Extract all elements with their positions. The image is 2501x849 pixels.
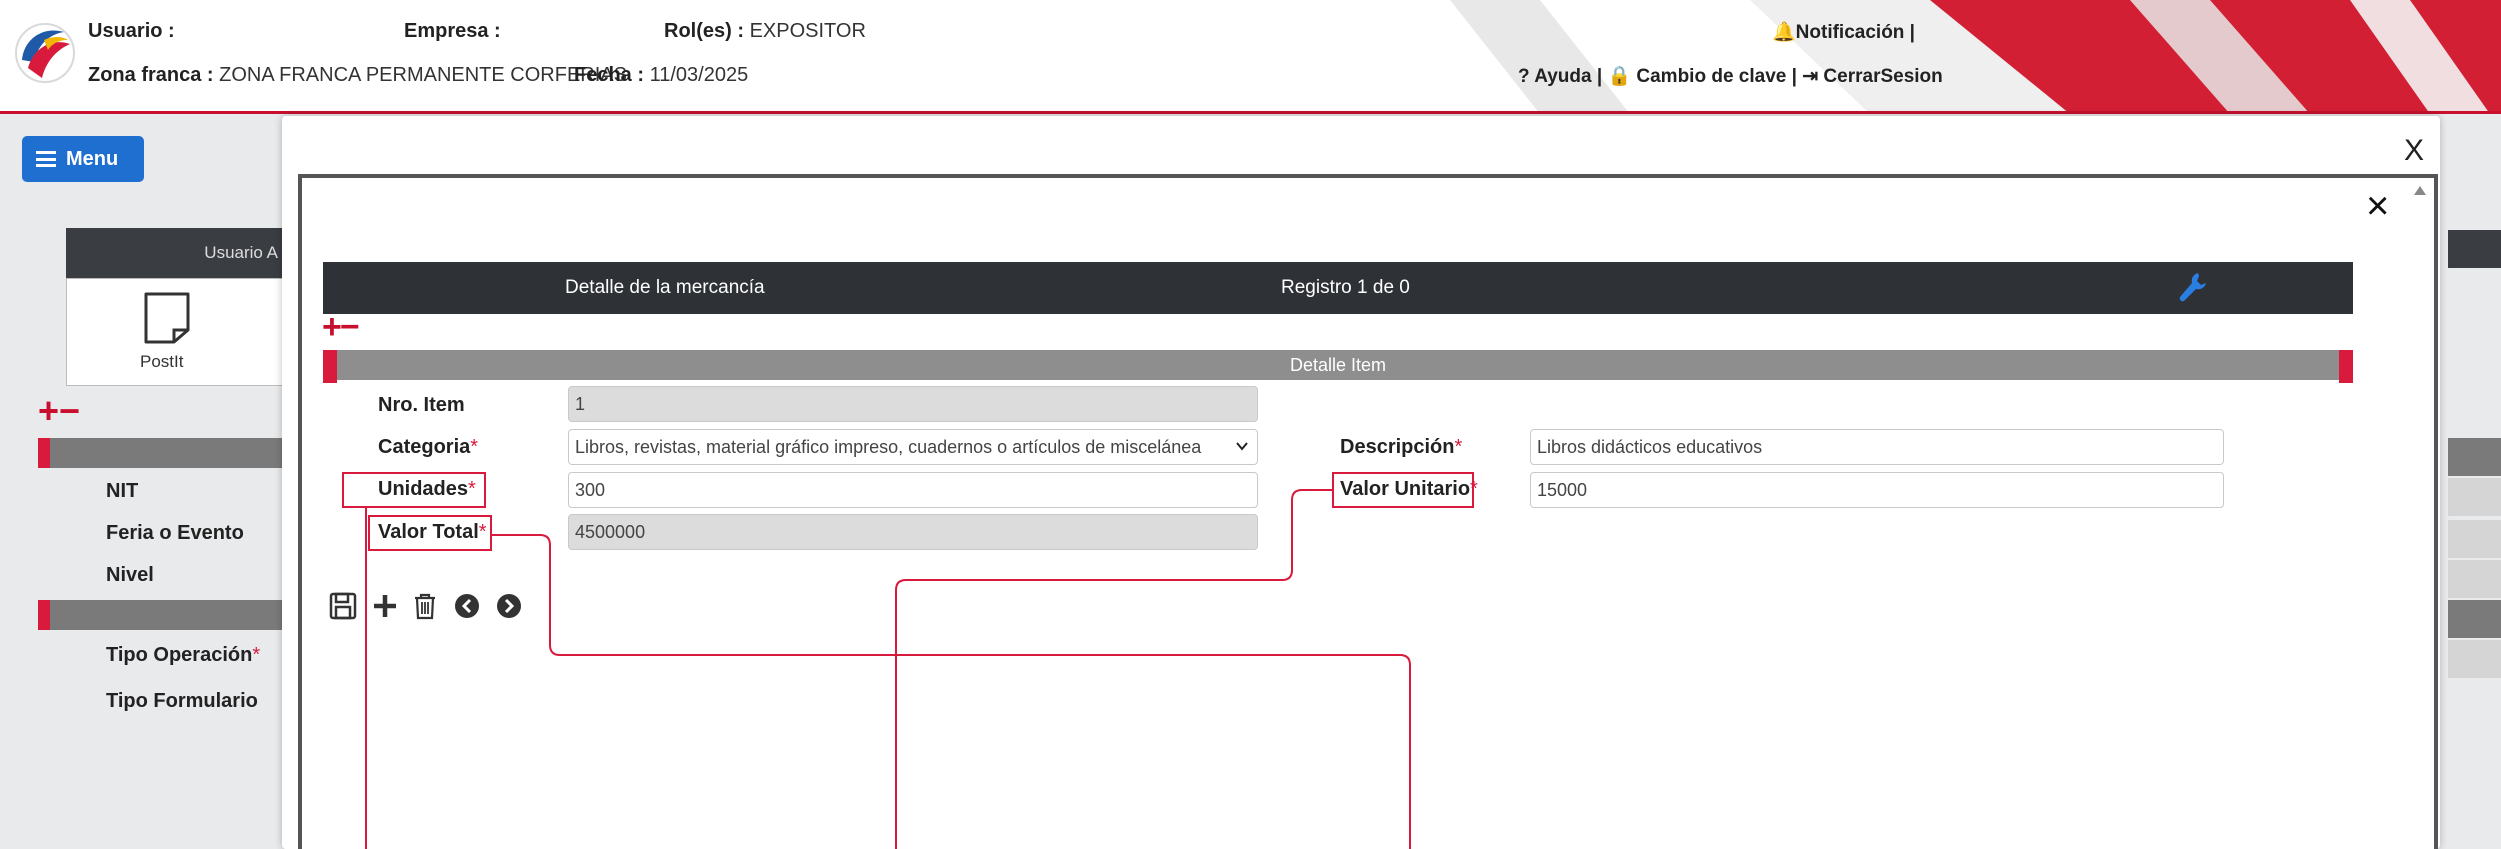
empresa-label: Empresa : (404, 20, 501, 42)
lock-icon: 🔒 (1607, 66, 1632, 87)
nro-item-label: Nro. Item (378, 394, 465, 416)
valor-total-field: 4500000 (568, 514, 1258, 550)
registro-counter: Registro 1 de 0 (1281, 277, 1410, 298)
help-link[interactable]: ? Ayuda | (1518, 66, 1602, 87)
postit-icon[interactable] (142, 290, 192, 346)
header-links: ? Ayuda | 🔒 Cambio de clave | ⇥ CerrarSe… (1518, 64, 1943, 88)
unidades-highlight (342, 472, 486, 508)
tab-usuario[interactable]: Usuario A (66, 228, 286, 278)
nro-item-field: 1 (568, 386, 1258, 422)
valor-unitario-field[interactable]: 15000 (1530, 472, 2224, 508)
menu-button[interactable]: Menu (22, 136, 144, 182)
corferias-logo (15, 23, 75, 83)
unidades-field[interactable]: 300 (568, 472, 1258, 508)
fecha: Fecha : 11/03/2025 (574, 64, 749, 86)
nivel-label: Nivel (106, 564, 154, 586)
usuario-label: Usuario : (88, 20, 175, 42)
bg-right-input (2448, 560, 2501, 598)
tipo-formulario-label: Tipo Formulario (106, 690, 258, 712)
notification-link[interactable]: 🔔Notificación | (1772, 20, 1915, 44)
bg-section-bar (40, 600, 290, 630)
wrench-icon[interactable] (2176, 270, 2208, 304)
nit-label: NIT (106, 480, 139, 502)
question-icon: ? (1518, 66, 1530, 87)
detalle-item-bar: Detalle Item (323, 350, 2353, 383)
outer-close-button[interactable]: X (2404, 134, 2424, 168)
chevron-down-icon (1236, 442, 1248, 451)
bg-right-input (2448, 640, 2501, 678)
bg-section-marker (38, 600, 50, 630)
bg-right-bar (2448, 230, 2501, 268)
app-header: Usuario : Empresa : Rol(es) : EXPOSITOR … (0, 0, 2501, 114)
categoria-selected-value: Libros, revistas, material gráfico impre… (575, 437, 1202, 457)
section-marker-right (2339, 350, 2353, 383)
save-icon[interactable] (328, 590, 358, 622)
bg-right-bar (2448, 600, 2501, 638)
valor-total-highlight (368, 515, 492, 551)
tab-label: Usuario A (204, 243, 278, 262)
descripcion-label: Descripción* (1340, 436, 1463, 458)
tipo-operacion-label: Tipo Operación* (106, 644, 261, 666)
detalle-mercancia-title: Detalle de la mercancía (565, 277, 765, 298)
feria-label: Feria o Evento (106, 522, 244, 544)
bg-right-bar (2448, 438, 2501, 476)
categoria-label: Categoria* (378, 436, 479, 458)
scroll-up-arrow[interactable] (2414, 186, 2426, 195)
section-marker-left (323, 350, 337, 383)
inner-close-button[interactable]: × (2366, 186, 2389, 226)
plus-icon[interactable] (370, 590, 400, 622)
arrow-right-circle-icon[interactable] (494, 590, 524, 622)
bg-right-input (2448, 478, 2501, 516)
roles: Rol(es) : EXPOSITOR (664, 20, 866, 42)
categoria-select[interactable]: Libros, revistas, material gráfico impre… (568, 429, 1258, 465)
hamburger-icon (36, 151, 56, 167)
valor-unitario-highlight (1332, 472, 1474, 508)
logout-link[interactable]: ⇥ CerrarSesion (1802, 66, 1943, 87)
change-password-link[interactable]: 🔒 Cambio de clave | (1607, 66, 1797, 87)
expand-collapse-toggle[interactable]: +− (322, 310, 360, 344)
arrow-left-circle-icon[interactable] (452, 590, 482, 622)
detalle-item-title: Detalle Item (1289, 355, 1387, 375)
detalle-mercancia-bar: Detalle de la mercancía Registro 1 de 0 (323, 262, 2353, 314)
trash-icon[interactable] (410, 590, 440, 622)
bg-right-input (2448, 520, 2501, 558)
logout-icon: ⇥ (1802, 66, 1819, 87)
header-decoration (1450, 0, 2501, 111)
descripcion-field[interactable]: Libros didácticos educativos (1530, 429, 2224, 465)
menu-label: Menu (66, 147, 119, 170)
bg-section-bar (40, 438, 290, 468)
postit-label: PostIt (140, 352, 184, 371)
bg-expand-toggle[interactable]: +− (38, 393, 80, 429)
bg-section-marker (38, 438, 50, 468)
zona-franca: Zona franca : ZONA FRANCA PERMANENTE COR… (88, 64, 627, 86)
bell-icon: 🔔 (1772, 22, 1796, 43)
